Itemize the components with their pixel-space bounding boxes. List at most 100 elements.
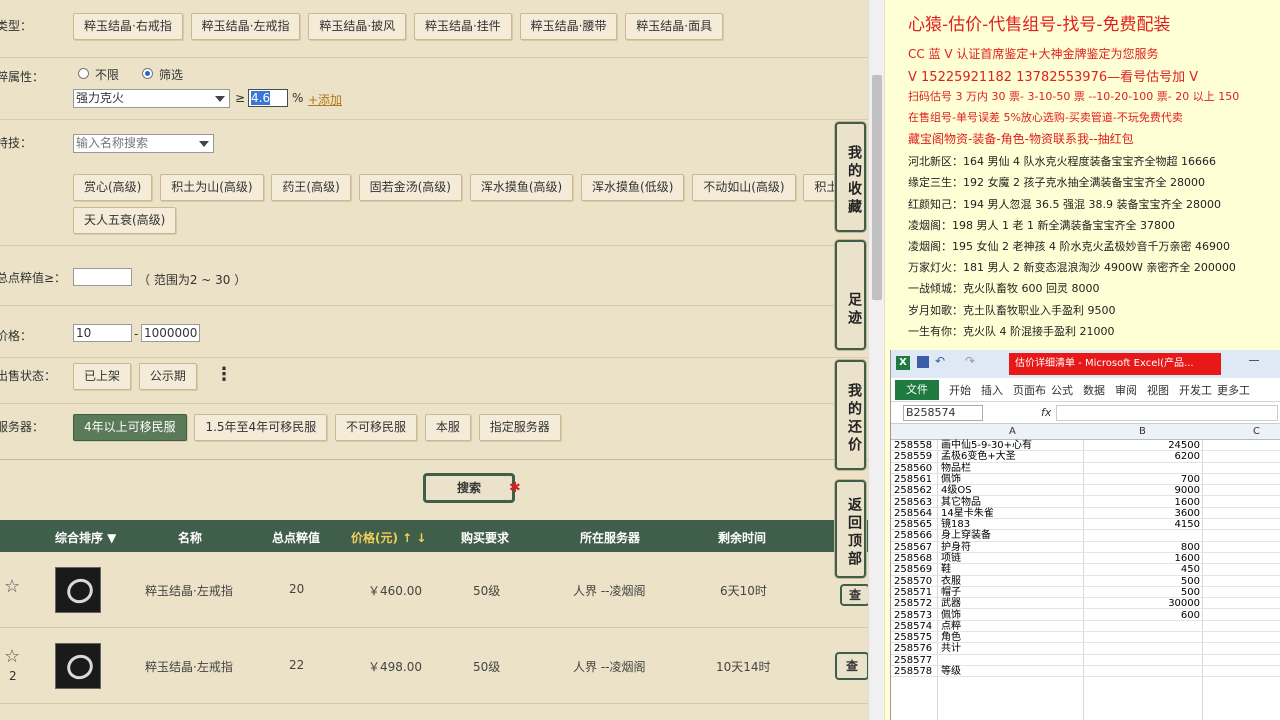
ribbon-tab[interactable]: 更多工: [1217, 382, 1250, 398]
spreadsheet-row[interactable]: 258572 武器 30000: [891, 598, 1280, 610]
function-icon[interactable]: fx: [1041, 406, 1051, 419]
ribbon-tab[interactable]: 插入: [981, 382, 1003, 398]
cell-b[interactable]: 1600: [1084, 497, 1200, 508]
cell-b[interactable]: 500: [1084, 587, 1200, 598]
type-button[interactable]: 粹玉结晶·右戒指: [73, 13, 183, 40]
cell-b[interactable]: 1600: [1084, 553, 1200, 564]
cell-a[interactable]: 帽子: [941, 587, 961, 598]
scrollbar-thumb[interactable]: [872, 75, 882, 300]
price-max-input[interactable]: 1000000: [141, 324, 200, 342]
cell-b[interactable]: 700: [1084, 474, 1200, 485]
skill-search-select[interactable]: 输入名称搜索: [73, 134, 214, 153]
total-value-input[interactable]: [73, 268, 132, 286]
ribbon-tab[interactable]: 审阅: [1115, 382, 1137, 398]
cell-b[interactable]: 24500: [1084, 440, 1200, 451]
item-name[interactable]: 粹玉结晶·左戒指: [145, 582, 233, 599]
spreadsheet-row[interactable]: 258575 角色: [891, 632, 1280, 644]
spreadsheet-row[interactable]: 258569 鞋 450: [891, 564, 1280, 576]
name-box[interactable]: B258574: [903, 405, 983, 421]
spreadsheet-row[interactable]: 258574 点粹: [891, 621, 1280, 633]
formula-input[interactable]: [1056, 405, 1278, 421]
ribbon-tab[interactable]: 开始: [949, 382, 971, 398]
favorite-star-icon[interactable]: ☆: [4, 576, 20, 597]
undo-icon[interactable]: ↶: [935, 354, 945, 368]
spreadsheet-row[interactable]: 258564 14星卡朱雀 3600: [891, 508, 1280, 520]
redo-icon[interactable]: ↷: [965, 354, 975, 368]
cell-a[interactable]: 其它物品: [941, 497, 981, 508]
cell-a[interactable]: 孟极6变色+大圣: [941, 451, 1016, 462]
radio-unlimited[interactable]: [78, 68, 89, 79]
spreadsheet-row[interactable]: 258573 佩饰 600: [891, 610, 1280, 621]
spreadsheet-row[interactable]: 258560 物品栏: [891, 463, 1280, 474]
cell-b[interactable]: 30000: [1084, 598, 1200, 609]
ribbon-tab[interactable]: 开发工: [1179, 382, 1212, 398]
add-attribute-link[interactable]: +添加: [308, 91, 342, 108]
cell-a[interactable]: 14星卡朱雀: [941, 508, 994, 519]
price-sort-header[interactable]: 价格(元) ↑ ↓: [351, 529, 426, 546]
minimize-icon[interactable]: [1249, 360, 1259, 361]
server-button[interactable]: 1.5年至4年可移民服: [194, 414, 328, 441]
spreadsheet-row[interactable]: 258566 身上穿装备: [891, 530, 1280, 542]
my-counteroffer-button[interactable]: 我的还价: [835, 360, 866, 470]
ribbon-tab[interactable]: 数据: [1083, 382, 1105, 398]
type-button[interactable]: 粹玉结晶·披风: [308, 13, 407, 40]
skill-button[interactable]: 浑水摸鱼(低级): [581, 174, 685, 201]
table-row[interactable]: ☆ 粹玉结晶·左戒指 20 ￥460.00 50级 人界 --凌烟阁 6天10时: [0, 552, 868, 628]
save-icon[interactable]: [917, 356, 929, 368]
cell-b[interactable]: 800: [1084, 542, 1200, 553]
more-options-icon[interactable]: ⋮: [215, 364, 233, 385]
my-favorites-button[interactable]: 我的收藏: [835, 122, 866, 232]
column-header[interactable]: B: [1139, 426, 1146, 437]
cell-a[interactable]: 共计: [941, 643, 961, 654]
radio-filter[interactable]: [142, 68, 153, 79]
cell-a[interactable]: 物品栏: [941, 463, 971, 474]
column-header[interactable]: A: [1009, 426, 1016, 437]
server-button-selected[interactable]: 4年以上可移民服: [73, 414, 187, 441]
ribbon-tab[interactable]: 页面布: [1013, 382, 1046, 398]
spreadsheet-row[interactable]: 258565 镜183 4150: [891, 519, 1280, 531]
attribute-select[interactable]: 强力克火: [73, 89, 230, 108]
cell-a[interactable]: 点粹: [941, 621, 961, 632]
ribbon-tab[interactable]: 视图: [1147, 382, 1169, 398]
cell-b[interactable]: 9000: [1084, 485, 1200, 496]
cell-a[interactable]: 画中仙5-9-30+心有: [941, 440, 1032, 451]
skill-button[interactable]: 积土为山(高级): [160, 174, 264, 201]
spreadsheet-row[interactable]: 258568 项链 1600: [891, 553, 1280, 565]
spreadsheet-row[interactable]: 258577: [891, 655, 1280, 666]
cell-a[interactable]: 佩饰: [941, 474, 961, 485]
back-to-top-button[interactable]: 返回顶部: [835, 480, 866, 578]
spreadsheet-row[interactable]: 258561 佩饰 700: [891, 474, 1280, 486]
spreadsheet-row[interactable]: 258570 衣服 500: [891, 576, 1280, 587]
skill-button[interactable]: 不动如山(高级): [692, 174, 796, 201]
column-header[interactable]: C: [1253, 426, 1260, 437]
server-button[interactable]: 指定服务器: [478, 414, 561, 441]
item-name[interactable]: 粹玉结晶·左戒指: [145, 658, 233, 675]
favorite-star-icon[interactable]: ☆: [4, 646, 20, 667]
cell-a[interactable]: 佩饰: [941, 610, 961, 621]
cell-a[interactable]: 身上穿装备: [941, 530, 991, 541]
spreadsheet-row[interactable]: 258558 画中仙5-9-30+心有 24500: [891, 440, 1280, 452]
cell-a[interactable]: 项链: [941, 553, 961, 564]
cell-a[interactable]: 4级OS: [941, 485, 972, 496]
skill-button[interactable]: 药王(高级): [271, 174, 351, 201]
sale-status-button[interactable]: 已上架: [73, 363, 132, 390]
sort-comprehensive-header[interactable]: 综合排序 ▼: [55, 529, 116, 546]
table-row[interactable]: ☆ 2 粹玉结晶·左戒指 22 ￥498.00 50级 人界 --凌烟阁 10天…: [0, 628, 868, 704]
spreadsheet-row[interactable]: 258571 帽子 500: [891, 587, 1280, 599]
cell-a[interactable]: 护身符: [941, 542, 971, 553]
attribute-value-input[interactable]: 4.6: [248, 89, 288, 107]
cell-a[interactable]: 衣服: [941, 576, 961, 587]
cell-b[interactable]: 600: [1084, 610, 1200, 621]
cell-b[interactable]: 4150: [1084, 519, 1200, 530]
type-button[interactable]: 粹玉结晶·腰带: [519, 13, 618, 40]
type-button[interactable]: 粹玉结晶·左戒指: [190, 13, 301, 40]
cell-a[interactable]: 等级: [941, 666, 961, 677]
ribbon-tab[interactable]: 公式: [1051, 382, 1073, 398]
cell-a[interactable]: 镜183: [941, 519, 970, 530]
spreadsheet-row[interactable]: 258562 4级OS 9000: [891, 485, 1280, 497]
search-button[interactable]: 搜索: [423, 473, 515, 503]
type-button[interactable]: 粹玉结晶·挂件: [413, 13, 512, 40]
view-button[interactable]: 查: [835, 652, 868, 680]
footprint-button[interactable]: 足迹: [835, 240, 866, 350]
cell-b[interactable]: 3600: [1084, 508, 1200, 519]
